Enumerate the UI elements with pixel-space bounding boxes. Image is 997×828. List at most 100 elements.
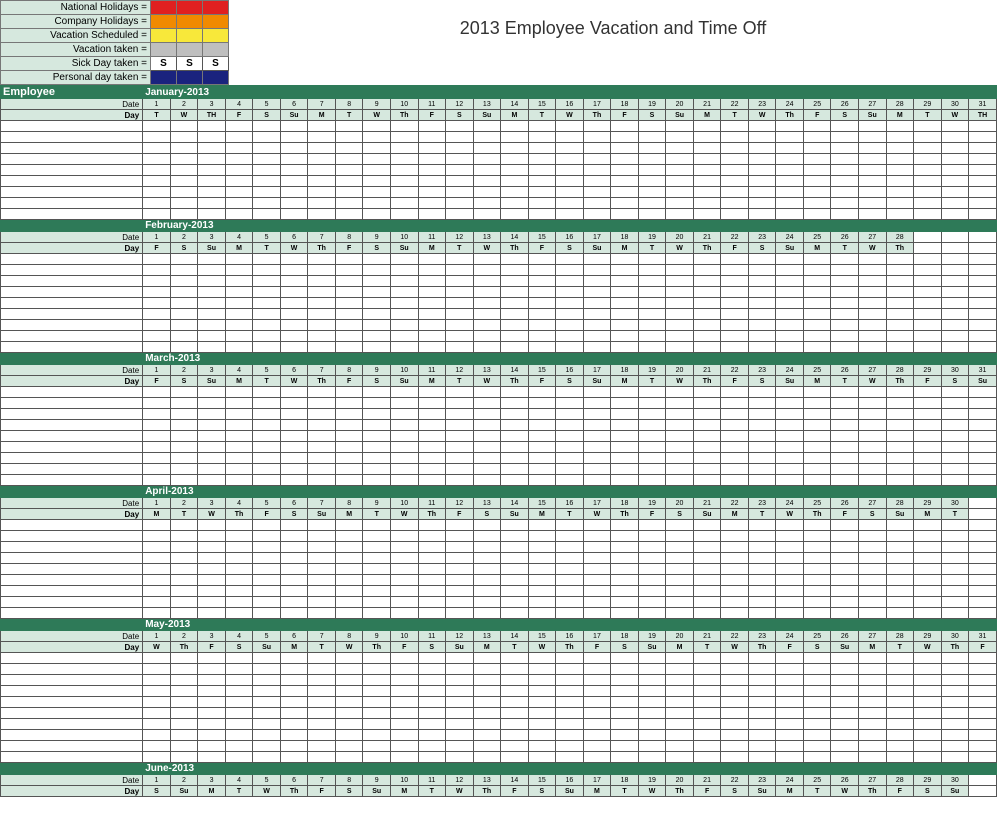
schedule-cell[interactable] [280, 198, 308, 209]
schedule-cell[interactable] [143, 475, 171, 486]
schedule-cell[interactable] [198, 276, 226, 287]
schedule-cell[interactable] [886, 520, 914, 531]
schedule-cell[interactable] [390, 453, 418, 464]
employee-name-cell[interactable] [1, 752, 143, 763]
schedule-cell[interactable] [253, 553, 281, 564]
schedule-cell[interactable] [363, 309, 391, 320]
schedule-cell[interactable] [418, 187, 446, 198]
schedule-cell[interactable] [693, 342, 721, 353]
schedule-cell[interactable] [803, 265, 831, 276]
schedule-cell[interactable] [143, 420, 171, 431]
schedule-cell[interactable] [859, 143, 887, 154]
schedule-cell[interactable] [666, 287, 694, 298]
schedule-cell[interactable] [253, 675, 281, 686]
schedule-cell[interactable] [170, 154, 198, 165]
schedule-cell[interactable] [969, 675, 997, 686]
schedule-cell[interactable] [859, 176, 887, 187]
schedule-cell[interactable] [638, 730, 666, 741]
schedule-cell[interactable] [638, 608, 666, 619]
schedule-cell[interactable] [501, 608, 529, 619]
schedule-cell[interactable] [969, 520, 997, 531]
schedule-cell[interactable] [143, 464, 171, 475]
schedule-cell[interactable] [941, 664, 969, 675]
schedule-cell[interactable] [666, 442, 694, 453]
schedule-cell[interactable] [473, 741, 501, 752]
schedule-cell[interactable] [886, 209, 914, 220]
schedule-cell[interactable] [501, 143, 529, 154]
schedule-cell[interactable] [666, 154, 694, 165]
schedule-cell[interactable] [803, 165, 831, 176]
schedule-cell[interactable] [446, 420, 474, 431]
schedule-cell[interactable] [886, 409, 914, 420]
schedule-cell[interactable] [693, 398, 721, 409]
schedule-cell[interactable] [335, 254, 363, 265]
schedule-cell[interactable] [886, 741, 914, 752]
schedule-cell[interactable] [446, 154, 474, 165]
schedule-cell[interactable] [528, 209, 556, 220]
schedule-cell[interactable] [390, 608, 418, 619]
schedule-cell[interactable] [611, 697, 639, 708]
schedule-cell[interactable] [418, 719, 446, 730]
schedule-cell[interactable] [721, 586, 749, 597]
schedule-cell[interactable] [886, 420, 914, 431]
schedule-cell[interactable] [501, 298, 529, 309]
schedule-cell[interactable] [941, 531, 969, 542]
schedule-cell[interactable] [803, 752, 831, 763]
schedule-cell[interactable] [693, 254, 721, 265]
schedule-cell[interactable] [886, 154, 914, 165]
schedule-cell[interactable] [693, 752, 721, 763]
schedule-cell[interactable] [859, 752, 887, 763]
schedule-cell[interactable] [170, 420, 198, 431]
schedule-cell[interactable] [198, 542, 226, 553]
schedule-cell[interactable] [583, 653, 611, 664]
schedule-cell[interactable] [253, 298, 281, 309]
schedule-cell[interactable] [556, 287, 584, 298]
schedule-cell[interactable] [253, 719, 281, 730]
schedule-cell[interactable] [308, 464, 336, 475]
schedule-cell[interactable] [143, 686, 171, 697]
schedule-cell[interactable] [748, 387, 776, 398]
schedule-cell[interactable] [748, 309, 776, 320]
schedule-cell[interactable] [776, 387, 804, 398]
schedule-cell[interactable] [886, 719, 914, 730]
schedule-cell[interactable] [666, 132, 694, 143]
schedule-cell[interactable] [198, 597, 226, 608]
schedule-cell[interactable] [583, 575, 611, 586]
schedule-cell[interactable] [748, 730, 776, 741]
schedule-cell[interactable] [198, 653, 226, 664]
schedule-cell[interactable] [556, 531, 584, 542]
schedule-cell[interactable] [969, 752, 997, 763]
schedule-cell[interactable] [473, 342, 501, 353]
schedule-cell[interactable] [748, 586, 776, 597]
schedule-cell[interactable] [611, 608, 639, 619]
schedule-cell[interactable] [638, 287, 666, 298]
schedule-cell[interactable] [969, 409, 997, 420]
schedule-cell[interactable] [363, 209, 391, 220]
schedule-cell[interactable] [693, 121, 721, 132]
schedule-cell[interactable] [776, 143, 804, 154]
schedule-cell[interactable] [280, 686, 308, 697]
schedule-cell[interactable] [390, 520, 418, 531]
schedule-cell[interactable] [914, 730, 942, 741]
schedule-cell[interactable] [914, 708, 942, 719]
schedule-cell[interactable] [831, 542, 859, 553]
schedule-cell[interactable] [473, 575, 501, 586]
schedule-cell[interactable] [748, 398, 776, 409]
schedule-cell[interactable] [473, 564, 501, 575]
schedule-cell[interactable] [308, 453, 336, 464]
schedule-cell[interactable] [280, 187, 308, 198]
schedule-cell[interactable] [501, 409, 529, 420]
schedule-cell[interactable] [308, 287, 336, 298]
schedule-cell[interactable] [721, 675, 749, 686]
schedule-cell[interactable] [335, 453, 363, 464]
schedule-cell[interactable] [473, 431, 501, 442]
schedule-cell[interactable] [721, 608, 749, 619]
schedule-cell[interactable] [556, 608, 584, 619]
schedule-cell[interactable] [335, 143, 363, 154]
schedule-cell[interactable] [501, 187, 529, 198]
schedule-cell[interactable] [253, 121, 281, 132]
schedule-cell[interactable] [914, 420, 942, 431]
schedule-cell[interactable] [914, 752, 942, 763]
schedule-cell[interactable] [446, 686, 474, 697]
schedule-cell[interactable] [969, 165, 997, 176]
